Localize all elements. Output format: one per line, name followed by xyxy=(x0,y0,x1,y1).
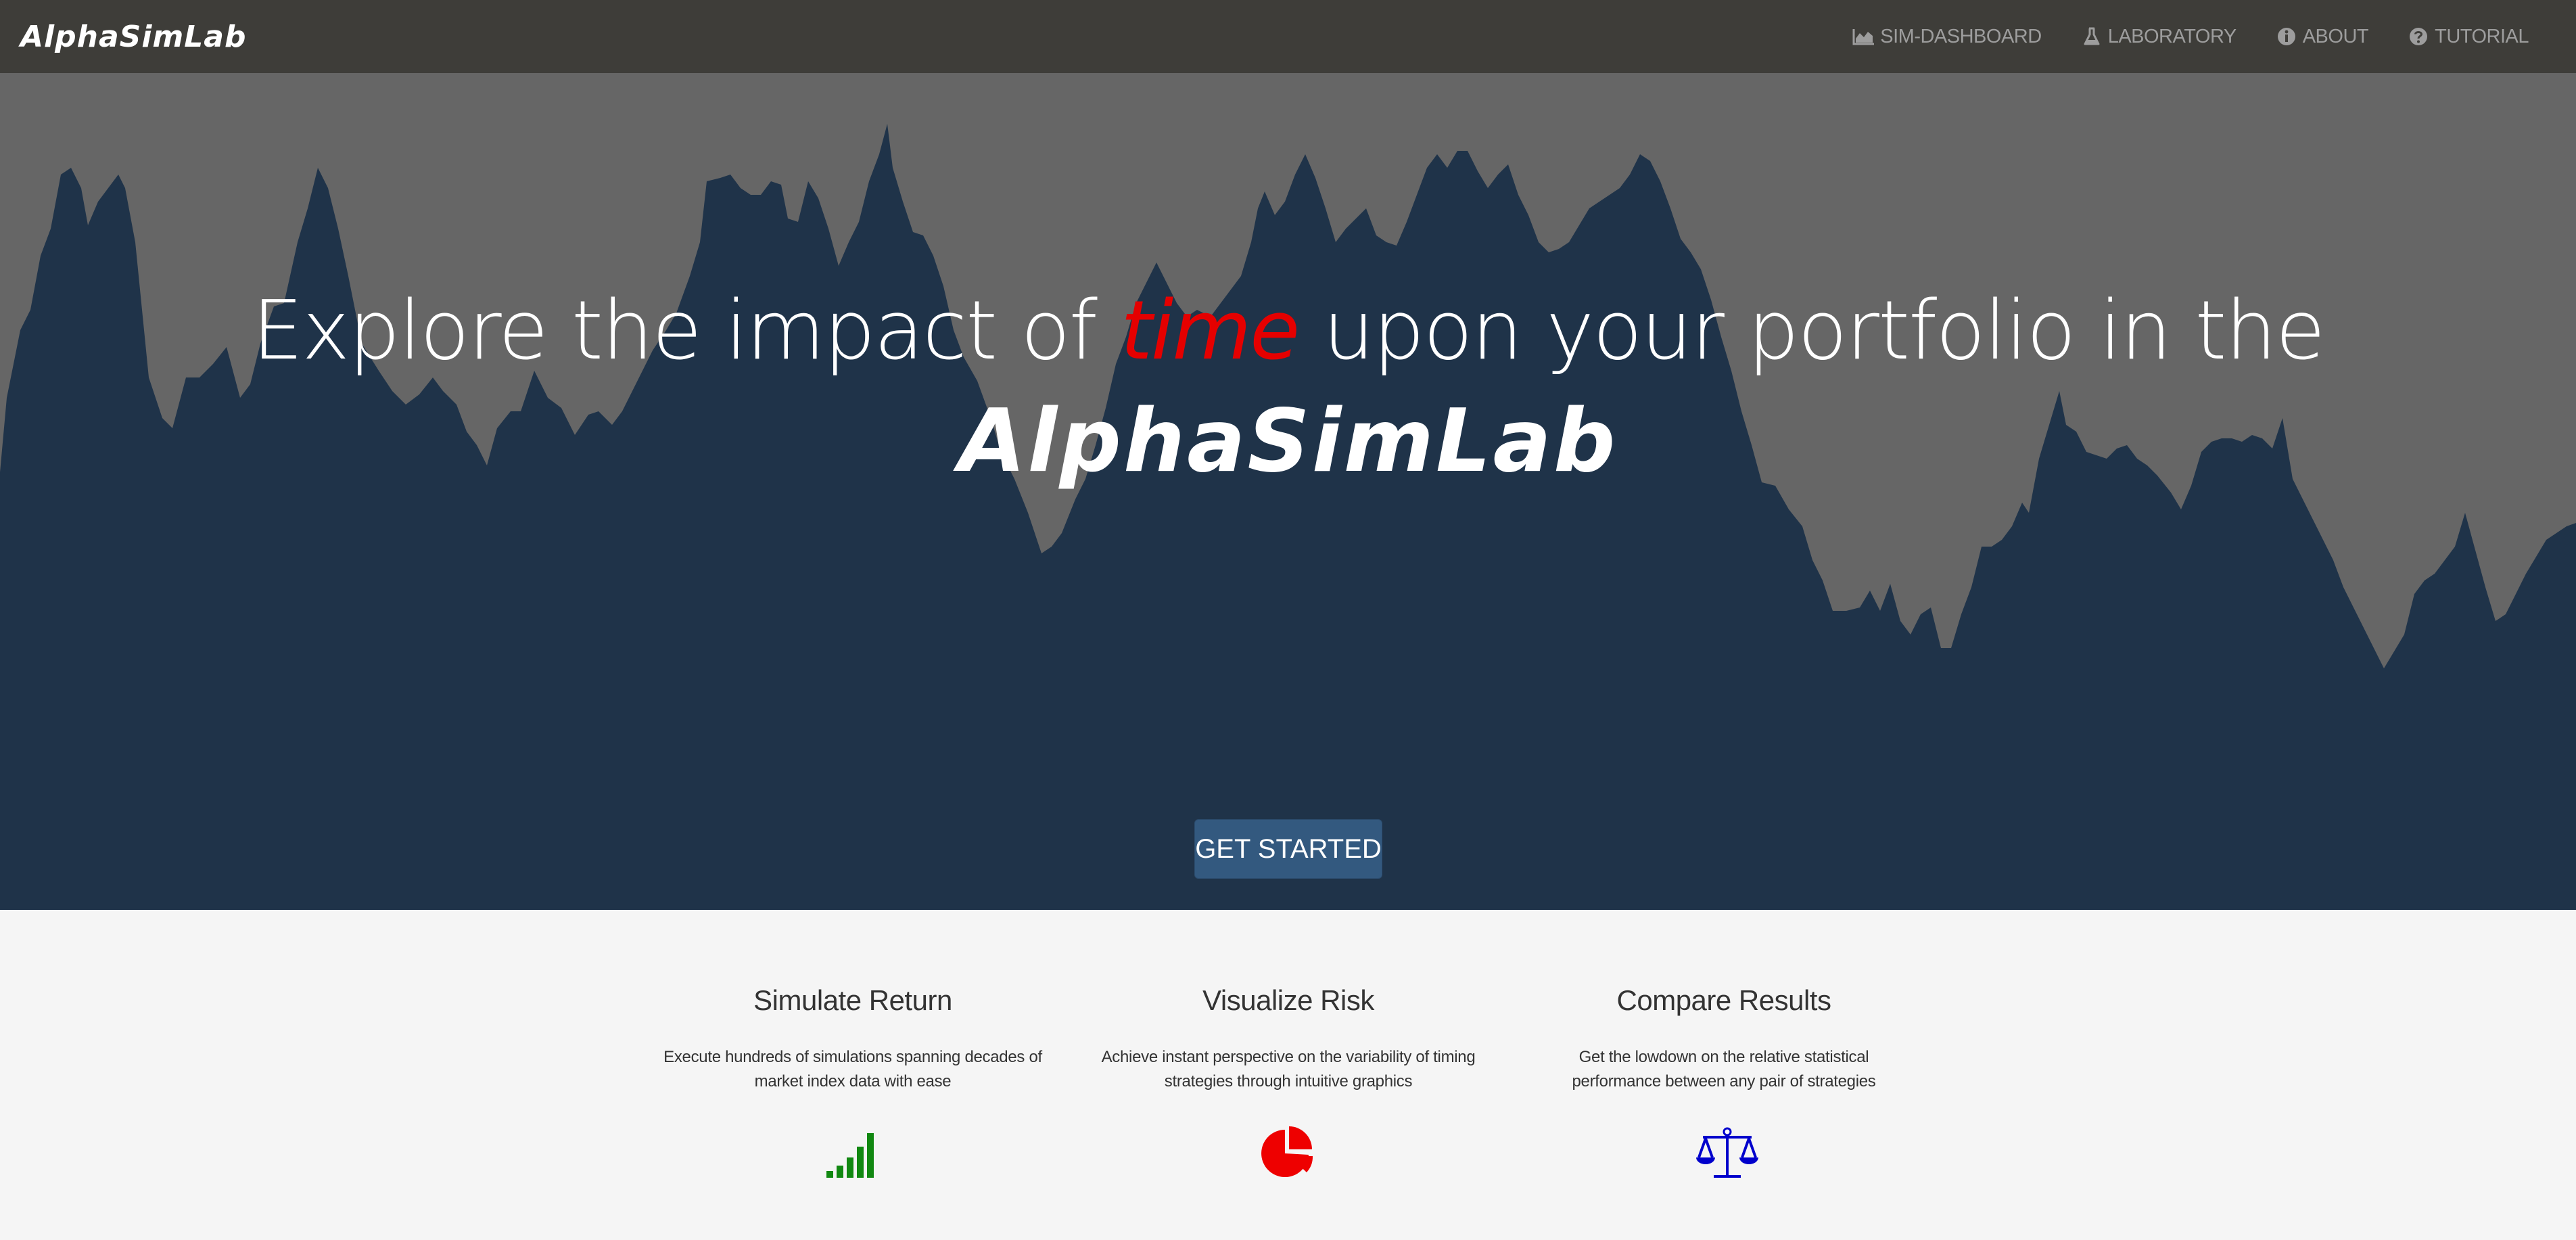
navbar: AlphaSimLab SIM-DASHBOARD LABORATORY ABO… xyxy=(0,0,2576,73)
feature-description: Execute hundreds of simulations spanning… xyxy=(663,1048,1042,1090)
nav-about[interactable]: ABOUT xyxy=(2274,25,2369,48)
headline-after: upon your portfolio in the xyxy=(1298,284,2325,378)
nav-links: SIM-DASHBOARD LABORATORY ABOUT TUTORIAL xyxy=(1814,26,2529,48)
area-chart-icon xyxy=(1852,26,1876,47)
info-circle-icon xyxy=(2274,26,2299,47)
nav-sim-dashboard[interactable]: SIM-DASHBOARD xyxy=(1852,25,2042,48)
brand-logo[interactable]: AlphaSimLab xyxy=(20,20,247,54)
feature-title: Compare Results xyxy=(1616,984,1831,1016)
hero-logo: AlphaSimLab xyxy=(958,391,1618,492)
hero-headline: Explore the impact of time upon your por… xyxy=(0,283,2576,380)
headline-highlight: time xyxy=(1121,284,1300,378)
get-started-button[interactable]: GET STARTED xyxy=(1194,819,1382,879)
flask-icon xyxy=(2080,26,2104,47)
nav-sim-dashboard-label: SIM-DASHBOARD xyxy=(1880,25,2042,47)
hero-section: Explore the impact of time upon your por… xyxy=(0,73,2576,910)
headline-before: Explore the impact of xyxy=(252,284,1121,378)
feature-description: Achieve instant perspective on the varia… xyxy=(1101,1048,1476,1090)
nav-tutorial[interactable]: TUTORIAL xyxy=(2406,26,2529,48)
question-circle-icon xyxy=(2406,26,2431,47)
nav-laboratory-label: LABORATORY xyxy=(2107,25,2237,47)
feature-description: Get the lowdown on the relative statisti… xyxy=(1572,1048,1876,1090)
nav-laboratory[interactable]: LABORATORY xyxy=(2080,26,2237,48)
balance-scale-icon xyxy=(1693,1126,1758,1180)
feature-visualize-risk: Visualize Risk Achieve instant perspecti… xyxy=(1085,984,1491,1180)
feature-title: Simulate Return xyxy=(753,984,952,1016)
feature-compare-results: Compare Results Get the lowdown on the r… xyxy=(1521,984,1927,1180)
signal-bars-icon xyxy=(822,1126,883,1180)
feature-simulate-return: Simulate Return Execute hundreds of simu… xyxy=(650,984,1056,1180)
pie-chart-icon xyxy=(1258,1126,1319,1180)
feature-title: Visualize Risk xyxy=(1202,984,1374,1016)
nav-tutorial-label: TUTORIAL xyxy=(2435,25,2529,47)
features-section: Simulate Return Execute hundreds of simu… xyxy=(0,910,2576,1240)
nav-about-label: ABOUT xyxy=(2302,25,2369,47)
